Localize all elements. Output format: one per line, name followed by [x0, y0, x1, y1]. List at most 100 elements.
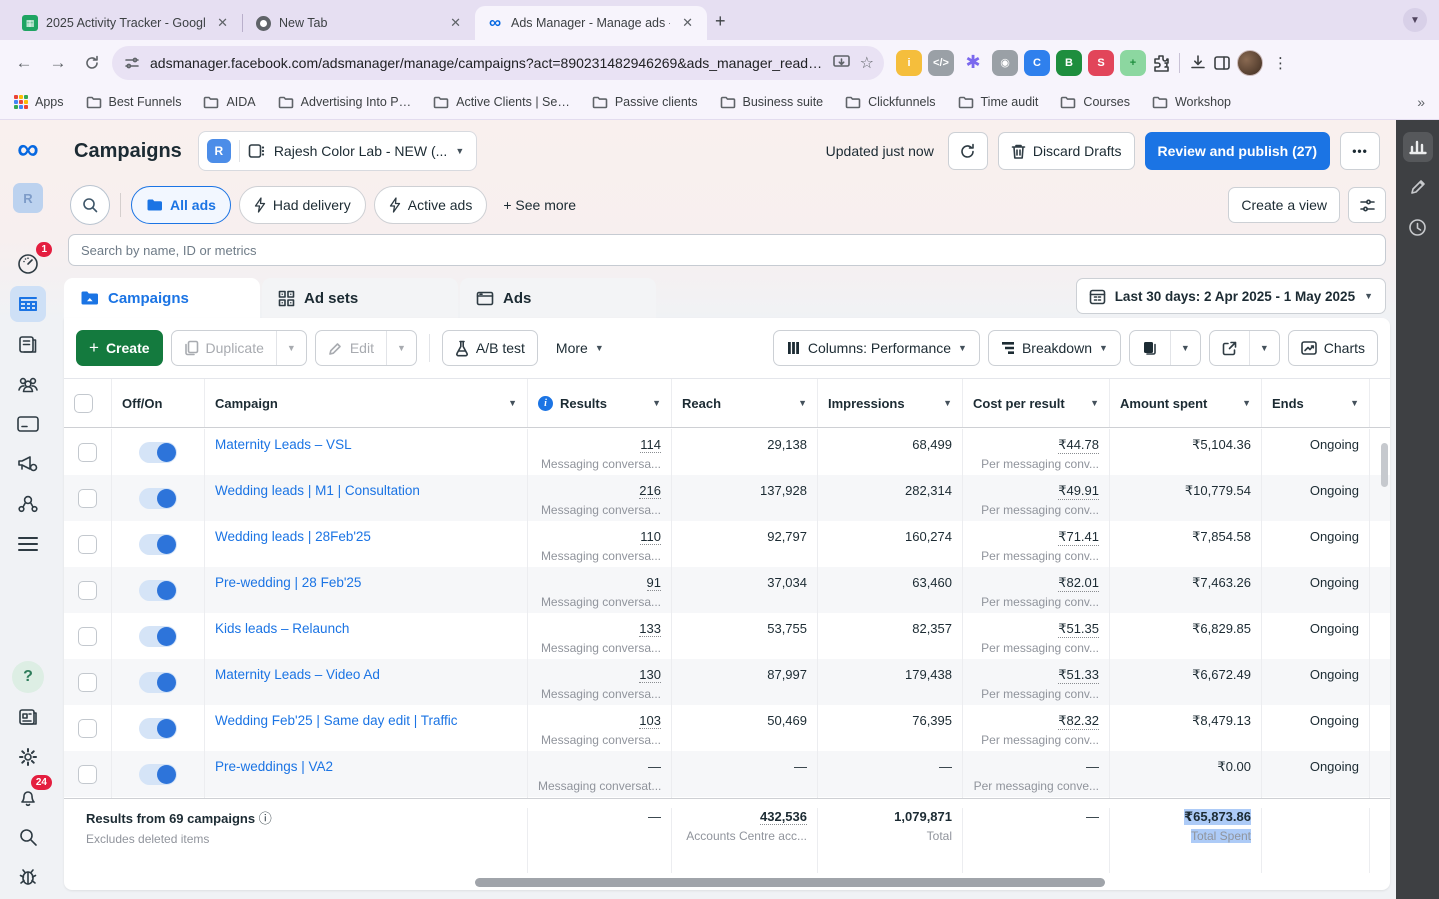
- vertical-scrollbar-thumb[interactable]: [1381, 443, 1388, 487]
- browser-tab-sheets[interactable]: ▦ 2025 Activity Tracker - Googl ✕: [10, 6, 242, 40]
- cost-per-result-value[interactable]: ₹51.35: [1058, 621, 1099, 638]
- downloads-icon[interactable]: [1189, 54, 1207, 72]
- campaign-toggle[interactable]: [139, 579, 177, 601]
- asterisk-extension-icon[interactable]: ✱: [960, 50, 986, 76]
- campaign-link[interactable]: Wedding leads | 28Feb'25: [215, 529, 371, 544]
- help-icon[interactable]: ?: [10, 659, 46, 695]
- export-caret[interactable]: ▼: [1248, 331, 1279, 365]
- header-ends[interactable]: Ends ▼: [1262, 379, 1370, 427]
- reload-icon[interactable]: [78, 49, 106, 77]
- report-bug-icon[interactable]: [10, 859, 46, 895]
- create-a-view-button[interactable]: Create a view: [1228, 187, 1340, 223]
- header-amount-spent[interactable]: Amount spent ▼: [1110, 379, 1262, 427]
- cost-per-result-value[interactable]: ₹44.78: [1058, 437, 1099, 454]
- ads-reporting-icon[interactable]: [10, 326, 46, 362]
- bookmark-folder[interactable]: AIDA: [203, 95, 256, 109]
- cost-per-result-value[interactable]: ₹71.41: [1058, 529, 1099, 546]
- campaign-toggle[interactable]: [139, 441, 177, 463]
- filter-chip-all-ads[interactable]: All ads: [131, 186, 231, 224]
- back-icon[interactable]: ←: [10, 49, 38, 77]
- search-input[interactable]: [68, 234, 1386, 266]
- cost-per-result-value[interactable]: —: [1086, 759, 1099, 774]
- browser-tab-ads-manager[interactable]: ∞ Ads Manager - Manage ads - ✕: [475, 6, 707, 40]
- chrome-menu-icon[interactable]: ⋮: [1269, 54, 1292, 72]
- edit-caret[interactable]: ▼: [385, 331, 416, 365]
- notifications-bell-icon[interactable]: 24: [10, 775, 52, 815]
- business-news-icon[interactable]: [10, 699, 46, 735]
- date-range-picker[interactable]: Last 30 days: 2 Apr 2025 - 1 May 2025 ▼: [1075, 278, 1386, 314]
- bookmark-folder[interactable]: Passive clients: [592, 95, 698, 109]
- columns-button[interactable]: Columns: Performance ▼: [772, 330, 980, 366]
- campaign-toggle[interactable]: [139, 763, 177, 785]
- refresh-button[interactable]: [947, 132, 988, 170]
- address-bar[interactable]: adsmanager.facebook.com/adsmanager/manag…: [112, 45, 884, 80]
- row-checkbox[interactable]: [64, 613, 112, 659]
- edit-button[interactable]: Edit: [316, 331, 386, 365]
- review-and-publish-button[interactable]: Review and publish (27): [1144, 132, 1330, 170]
- bookmark-folder[interactable]: Active Clients | Se…: [433, 95, 570, 109]
- history-clock-icon[interactable]: [1403, 212, 1433, 242]
- header-more-button[interactable]: •••: [1340, 132, 1380, 170]
- discard-drafts-button[interactable]: Discard Drafts: [997, 132, 1135, 170]
- create-button[interactable]: + Create: [76, 330, 163, 366]
- results-value[interactable]: 110: [640, 529, 661, 545]
- results-value[interactable]: 114: [640, 437, 661, 453]
- header-reach[interactable]: Reach ▼: [672, 379, 818, 427]
- insights-chart-icon[interactable]: [1402, 132, 1433, 162]
- campaign-link[interactable]: Wedding Feb'25 | Same day edit | Traffic: [215, 713, 457, 728]
- cost-per-result-value[interactable]: ₹82.01: [1058, 575, 1099, 592]
- duplicate-caret[interactable]: ▼: [275, 331, 306, 365]
- campaign-toggle[interactable]: [139, 717, 177, 739]
- billing-icon[interactable]: [10, 406, 46, 442]
- tab-ad-sets[interactable]: Ad sets: [262, 278, 458, 318]
- results-value[interactable]: 103: [639, 713, 661, 729]
- settings-gear-icon[interactable]: [10, 739, 46, 775]
- code-extension-icon[interactable]: </>: [928, 49, 954, 76]
- row-checkbox[interactable]: [64, 659, 112, 705]
- tab-ads[interactable]: Ads: [460, 278, 656, 318]
- reports-button[interactable]: [1130, 331, 1170, 365]
- see-more-filters[interactable]: + See more: [495, 197, 584, 213]
- campaign-link[interactable]: Pre-wedding | 28 Feb'25: [215, 575, 361, 590]
- campaign-link[interactable]: Kids leads – Relaunch: [215, 621, 349, 636]
- meta-logo[interactable]: ∞: [10, 132, 46, 168]
- extensions-puzzle-icon[interactable]: [1152, 54, 1170, 72]
- bookmark-folder[interactable]: Time audit: [958, 95, 1038, 109]
- c-extension-icon[interactable]: C: [1024, 49, 1050, 76]
- cost-per-result-value[interactable]: ₹51.33: [1058, 667, 1099, 684]
- account-avatar[interactable]: R: [10, 180, 46, 216]
- bookmark-folder[interactable]: Courses: [1060, 95, 1130, 109]
- results-value[interactable]: 91: [646, 575, 661, 591]
- horizontal-scrollbar-thumb[interactable]: [475, 878, 1105, 887]
- results-value[interactable]: —: [648, 759, 661, 774]
- bulk-send-extension-icon[interactable]: B: [1056, 49, 1082, 76]
- row-checkbox[interactable]: [64, 475, 112, 521]
- bookmark-folder[interactable]: Workshop: [1152, 95, 1231, 109]
- bookmarks-overflow-icon[interactable]: »: [1417, 94, 1425, 110]
- header-results[interactable]: i Results ▼: [528, 379, 672, 427]
- header-cost-per-result[interactable]: Cost per result ▼: [963, 379, 1110, 427]
- cast-icon[interactable]: [832, 55, 850, 70]
- browser-tab-newtab[interactable]: New Tab ✕: [243, 6, 475, 40]
- plus-extension-icon[interactable]: +: [1120, 49, 1146, 76]
- edit-pencil-icon[interactable]: [1403, 172, 1433, 202]
- campaign-link[interactable]: Pre-weddings | VA2: [215, 759, 333, 774]
- account-selector[interactable]: R Rajesh Color Lab - NEW (... ▼: [197, 131, 478, 171]
- filter-chip-active-ads[interactable]: Active ads: [373, 186, 488, 224]
- bookmark-apps[interactable]: Apps: [14, 95, 64, 109]
- bookmark-star-icon[interactable]: ☆: [860, 53, 874, 73]
- export-button[interactable]: [1210, 331, 1249, 365]
- charts-button[interactable]: Charts: [1287, 330, 1378, 366]
- bookmark-folder[interactable]: Best Funnels: [86, 95, 181, 109]
- filter-search-button[interactable]: [70, 185, 110, 225]
- close-icon[interactable]: ✕: [678, 13, 697, 33]
- campaign-link[interactable]: Maternity Leads – VSL: [215, 437, 352, 452]
- close-icon[interactable]: ✕: [446, 13, 465, 33]
- view-settings-button[interactable]: [1348, 187, 1386, 223]
- camera-extension-icon[interactable]: ◉: [992, 49, 1018, 76]
- cost-per-result-value[interactable]: ₹49.91: [1058, 483, 1099, 500]
- advertising-settings-icon[interactable]: [10, 446, 46, 482]
- campaign-link[interactable]: Maternity Leads – Video Ad: [215, 667, 380, 682]
- duplicate-button[interactable]: Duplicate: [172, 331, 276, 365]
- s-extension-icon[interactable]: S: [1088, 49, 1114, 76]
